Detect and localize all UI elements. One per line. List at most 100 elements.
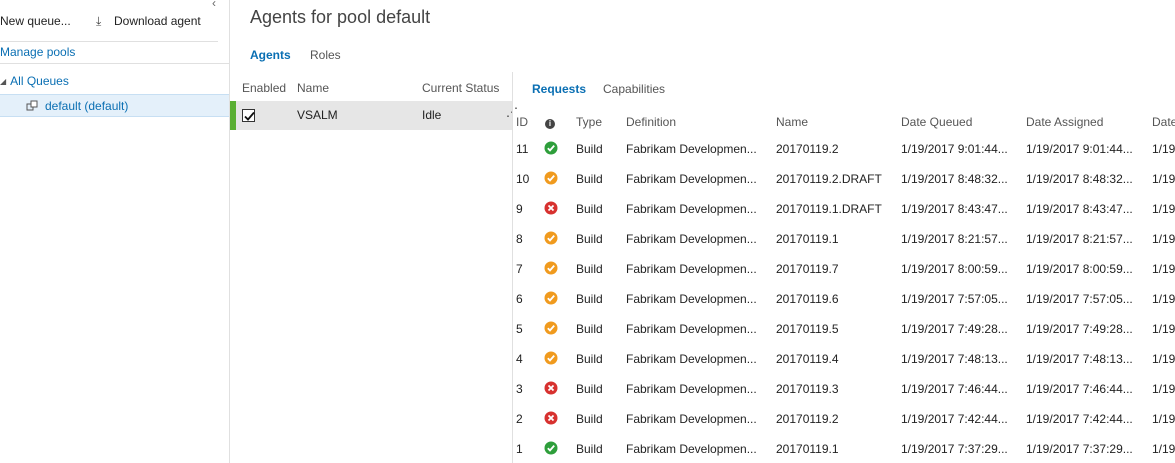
tree-node-default-queue[interactable]: default (default): [0, 94, 229, 117]
partial-success-icon: [544, 261, 560, 278]
left-navigation-pane: New queue... ⤓ Download agent ‹ Manage po…: [0, 0, 230, 463]
request-date-more: 1/19: [1152, 142, 1175, 156]
success-check-icon: [544, 141, 560, 158]
all-queues-label: All Queues: [10, 74, 69, 88]
table-row[interactable]: 10 Build Fabrikam Developmen... 20170119.2.…: [512, 171, 1175, 202]
request-type: Build: [576, 322, 603, 336]
new-queue-button[interactable]: New queue...: [0, 14, 71, 28]
request-id: 3: [516, 382, 523, 396]
download-agent-label: Download agent: [114, 14, 201, 28]
request-date-queued: 1/19/2017 8:21:57...: [901, 232, 1008, 246]
agent-online-indicator: [230, 101, 236, 130]
request-date-assigned: 1/19/2017 8:21:57...: [1026, 232, 1133, 246]
tab-requests[interactable]: Requests: [532, 82, 586, 96]
column-header-definition[interactable]: Definition: [626, 115, 776, 129]
request-date-assigned: 1/19/2017 7:37:29...: [1026, 442, 1133, 456]
request-date-more: 1/19: [1152, 322, 1175, 336]
request-id: 6: [516, 292, 523, 306]
column-header-date-more[interactable]: Date: [1152, 115, 1175, 129]
tab-capabilities[interactable]: Capabilities: [603, 82, 665, 96]
table-row[interactable]: 7 Build Fabrikam Developmen... 20170119.7 1/…: [512, 261, 1175, 292]
download-icon: ⤓: [96, 14, 102, 28]
failed-x-icon: [544, 411, 560, 428]
partial-success-icon: [544, 351, 560, 368]
expand-triangle-icon[interactable]: ◢: [0, 77, 6, 86]
success-check-icon: [544, 441, 560, 458]
request-id: 2: [516, 412, 523, 426]
request-id: 11: [516, 142, 529, 156]
request-date-assigned: 1/19/2017 9:01:44...: [1026, 142, 1133, 156]
request-type: Build: [576, 262, 603, 276]
request-date-more: 1/19: [1152, 442, 1175, 456]
table-row[interactable]: 5 Build Fabrikam Developmen... 20170119.5 1/…: [512, 321, 1175, 352]
table-row[interactable]: 9 Build Fabrikam Developmen... 20170119.1.D…: [512, 201, 1175, 232]
table-row[interactable]: 3 Build Fabrikam Developmen... 20170119.3 1/…: [512, 381, 1175, 412]
table-row[interactable]: 6 Build Fabrikam Developmen... 20170119.6 1/…: [512, 291, 1175, 322]
partial-success-icon: [544, 171, 560, 188]
column-header-status[interactable]: Current Status: [422, 81, 499, 95]
request-definition: Fabrikam Developmen...: [626, 172, 757, 186]
table-row[interactable]: 8 Build Fabrikam Developmen... 20170119.1 1/…: [512, 231, 1175, 262]
request-name: 20170119.2.DRAFT: [776, 172, 882, 186]
request-date-more: 1/19: [1152, 352, 1175, 366]
download-agent-button[interactable]: ⤓ Download agent: [96, 14, 201, 29]
request-name: 20170119.1.DRAFT: [776, 202, 882, 216]
column-header-date-assigned[interactable]: Date Assigned: [1026, 115, 1148, 129]
request-date-queued: 1/19/2017 9:01:44...: [901, 142, 1008, 156]
info-icon: i: [545, 119, 555, 129]
request-date-queued: 1/19/2017 7:49:28...: [901, 322, 1008, 336]
request-date-assigned: 1/19/2017 7:42:44...: [1026, 412, 1133, 426]
request-date-queued: 1/19/2017 7:48:13...: [901, 352, 1008, 366]
request-id: 7: [516, 262, 523, 276]
request-id: 4: [516, 352, 523, 366]
manage-pools-link[interactable]: Manage pools: [0, 45, 75, 59]
table-row[interactable]: 4 Build Fabrikam Developmen... 20170119.4 1/…: [512, 351, 1175, 382]
request-type: Build: [576, 412, 603, 426]
partial-success-icon: [544, 291, 560, 308]
collapse-pane-icon[interactable]: ‹: [212, 0, 216, 10]
request-name: 20170119.3: [776, 382, 839, 396]
request-type: Build: [576, 232, 603, 246]
request-name: 20170119.2: [776, 412, 839, 426]
request-type: Build: [576, 172, 603, 186]
table-row[interactable]: 2 Build Fabrikam Developmen... 20170119.2 1/…: [512, 411, 1175, 442]
request-date-queued: 1/19/2017 8:00:59...: [901, 262, 1008, 276]
column-header-date-queued[interactable]: Date Queued: [901, 115, 1023, 129]
column-header-type[interactable]: Type: [576, 115, 621, 129]
agent-row[interactable]: VSALM Idle ⋰: [230, 101, 518, 130]
table-row[interactable]: 1 Build Fabrikam Developmen... 20170119.1 1/…: [512, 441, 1175, 463]
request-definition: Fabrikam Developmen...: [626, 352, 757, 366]
column-header-result[interactable]: i: [545, 115, 555, 129]
divider: [0, 63, 229, 64]
queue-icon: [26, 100, 38, 111]
column-header-name[interactable]: Name: [297, 81, 329, 95]
request-date-more: 1/19: [1152, 262, 1175, 276]
request-name: 20170119.6: [776, 292, 839, 306]
request-id: 10: [516, 172, 530, 186]
agent-status: Idle: [422, 108, 442, 122]
request-name: 20170119.2: [776, 142, 839, 156]
request-type: Build: [576, 142, 603, 156]
request-name: 20170119.4: [776, 352, 839, 366]
request-definition: Fabrikam Developmen...: [626, 142, 757, 156]
request-definition: Fabrikam Developmen...: [626, 442, 757, 456]
column-header-name[interactable]: Name: [776, 115, 898, 129]
request-definition: Fabrikam Developmen...: [626, 232, 757, 246]
request-name: 20170119.7: [776, 262, 839, 276]
request-date-queued: 1/19/2017 8:43:47...: [901, 202, 1008, 216]
request-date-queued: 1/19/2017 8:48:32...: [901, 172, 1008, 186]
tab-roles[interactable]: Roles: [310, 48, 341, 62]
partial-success-icon: [544, 321, 560, 338]
table-row[interactable]: 11 Build Fabrikam Developmen... 20170119.2 1…: [512, 141, 1175, 172]
column-header-id[interactable]: ID: [516, 115, 540, 129]
column-header-enabled[interactable]: Enabled: [242, 81, 286, 95]
partial-success-icon: [544, 231, 560, 248]
request-date-more: 1/19: [1152, 292, 1175, 306]
request-date-assigned: 1/19/2017 8:48:32...: [1026, 172, 1133, 186]
tab-agents[interactable]: Agents: [250, 48, 291, 62]
request-type: Build: [576, 292, 603, 306]
request-date-assigned: 1/19/2017 7:49:28...: [1026, 322, 1133, 336]
tree-node-all-queues[interactable]: ◢ All Queues: [0, 74, 69, 88]
request-date-more: 1/19: [1152, 382, 1175, 396]
agent-enabled-checkbox[interactable]: [242, 109, 255, 122]
